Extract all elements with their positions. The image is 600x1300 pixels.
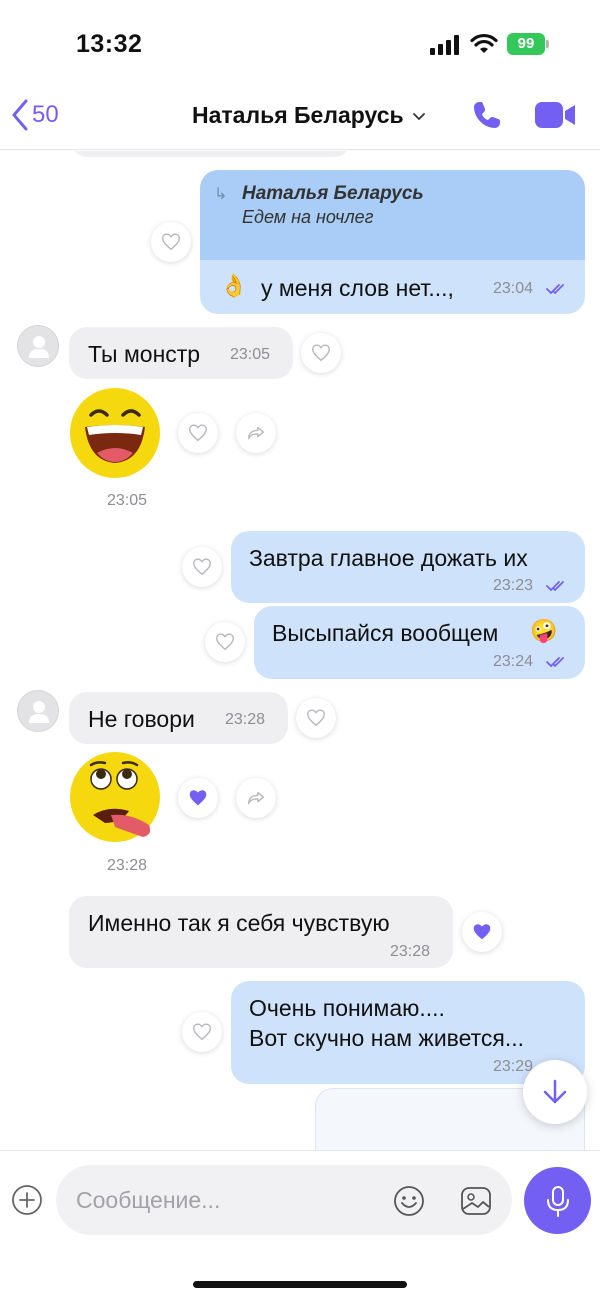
heart-icon — [307, 709, 325, 727]
smiley-icon[interactable] — [392, 1184, 426, 1218]
message-input[interactable] — [56, 1165, 512, 1235]
message-time: 23:05 — [230, 346, 271, 363]
heart-filled-icon — [189, 790, 207, 806]
contact-title-button[interactable]: Наталья Беларусь — [192, 102, 426, 129]
voice-message-button[interactable] — [524, 1167, 591, 1234]
message-text: Завтра главное дожать их — [249, 545, 528, 571]
message-text-line: Вот скучно нам живется... — [249, 1025, 525, 1051]
scroll-to-bottom-button[interactable] — [523, 1060, 587, 1124]
message-bubble-outgoing[interactable]: Высыпайся вообщем 🤪 23:24 — [254, 606, 585, 679]
heart-icon — [216, 633, 234, 651]
message-time: 23:23 — [493, 577, 534, 594]
plus-icon[interactable] — [11, 1184, 43, 1216]
reply-author: Наталья Беларусь — [242, 183, 424, 204]
heart-filled-icon — [473, 924, 491, 940]
person-icon — [29, 336, 49, 358]
share-button[interactable] — [236, 778, 276, 818]
person-icon — [29, 701, 49, 723]
like-button[interactable] — [178, 778, 218, 818]
share-icon — [247, 426, 265, 440]
back-chevron-icon — [12, 99, 28, 131]
message-text: Высыпайся вообщем — [272, 620, 499, 646]
message-text-line: Очень понимаю.... — [249, 995, 445, 1021]
reply-text: Едем на ночлег — [242, 207, 374, 227]
status-bar: 13:32 99 — [0, 0, 600, 80]
message-text: у меня слов нет..., — [261, 275, 454, 301]
cellular-signal-icon — [430, 35, 459, 55]
battery-indicator: 99 — [507, 33, 549, 55]
home-indicator — [193, 1281, 407, 1288]
like-button[interactable] — [178, 413, 218, 453]
like-button[interactable] — [182, 547, 222, 587]
wifi-icon — [470, 33, 498, 53]
laughing-face-sticker[interactable] — [69, 387, 161, 479]
message-time: 23:28 — [390, 943, 431, 960]
heart-icon — [162, 233, 180, 251]
heart-icon — [189, 424, 207, 442]
message-time: 23:28 — [107, 857, 148, 874]
heart-icon — [312, 344, 330, 362]
reply-quote[interactable]: ↳ Наталья Беларусь Едем на ночлег — [200, 170, 585, 260]
like-button[interactable] — [151, 222, 191, 262]
double-check-icon — [546, 657, 564, 668]
heart-icon — [193, 558, 211, 576]
message-bubble-outgoing[interactable]: ↳ Наталья Беларусь Едем на ночлег 👌 у ме… — [200, 170, 585, 314]
like-button[interactable] — [182, 1012, 222, 1052]
message-emoji: 👌 — [220, 274, 248, 299]
like-button[interactable] — [301, 333, 341, 373]
like-button[interactable] — [205, 622, 245, 662]
reply-arrow-icon: ↳ — [214, 186, 228, 203]
like-button[interactable] — [296, 698, 336, 738]
exhausted-face-sticker[interactable] — [69, 751, 161, 843]
phone-icon[interactable] — [470, 98, 504, 132]
avatar[interactable] — [17, 325, 59, 367]
message-text: Не говори — [88, 706, 195, 732]
arrow-down-icon — [543, 1079, 567, 1104]
message-time: 23:05 — [107, 492, 148, 509]
message-time: 23:29 — [493, 1058, 534, 1075]
chat-header: 50 Наталья Беларусь — [0, 80, 600, 150]
message-time: 23:24 — [493, 653, 534, 670]
unread-count: 50 — [32, 101, 59, 128]
avatar[interactable] — [17, 690, 59, 732]
share-button[interactable] — [236, 413, 276, 453]
battery-tip — [546, 40, 549, 48]
battery-level: 99 — [507, 33, 545, 55]
message-time: 23:28 — [225, 711, 266, 728]
back-button[interactable]: 50 — [10, 98, 59, 132]
message-bubble-incoming[interactable]: Именно так я себя чувствую 23:28 — [69, 896, 453, 968]
contact-name: Наталья Беларусь — [192, 102, 404, 128]
message-bubble-outgoing[interactable]: Завтра главное дожать их 23:23 — [231, 531, 585, 603]
heart-icon — [193, 1023, 211, 1041]
double-check-icon — [546, 284, 564, 295]
message-list[interactable]: ↳ Наталья Беларусь Едем на ночлег 👌 у ме… — [0, 151, 600, 1150]
status-time: 13:32 — [76, 30, 143, 58]
chevron-down-icon — [412, 112, 425, 120]
message-text: Ты монстр — [88, 341, 201, 367]
like-button[interactable] — [462, 912, 502, 952]
message-bubble-incoming[interactable]: Ты монстр 23:05 — [69, 327, 293, 379]
video-camera-icon[interactable] — [533, 100, 577, 130]
double-check-icon — [546, 581, 564, 592]
gallery-icon[interactable] — [459, 1184, 493, 1218]
message-composer — [0, 1150, 600, 1300]
share-icon — [247, 791, 265, 805]
message-time: 23:04 — [493, 280, 534, 297]
message-bubble-incoming[interactable]: Не говори 23:28 — [69, 692, 288, 744]
message-emoji: 🤪 — [530, 619, 558, 644]
message-text: Именно так я себя чувствую — [88, 910, 390, 936]
microphone-icon — [546, 1185, 569, 1217]
partial-message-bubble — [70, 151, 352, 157]
